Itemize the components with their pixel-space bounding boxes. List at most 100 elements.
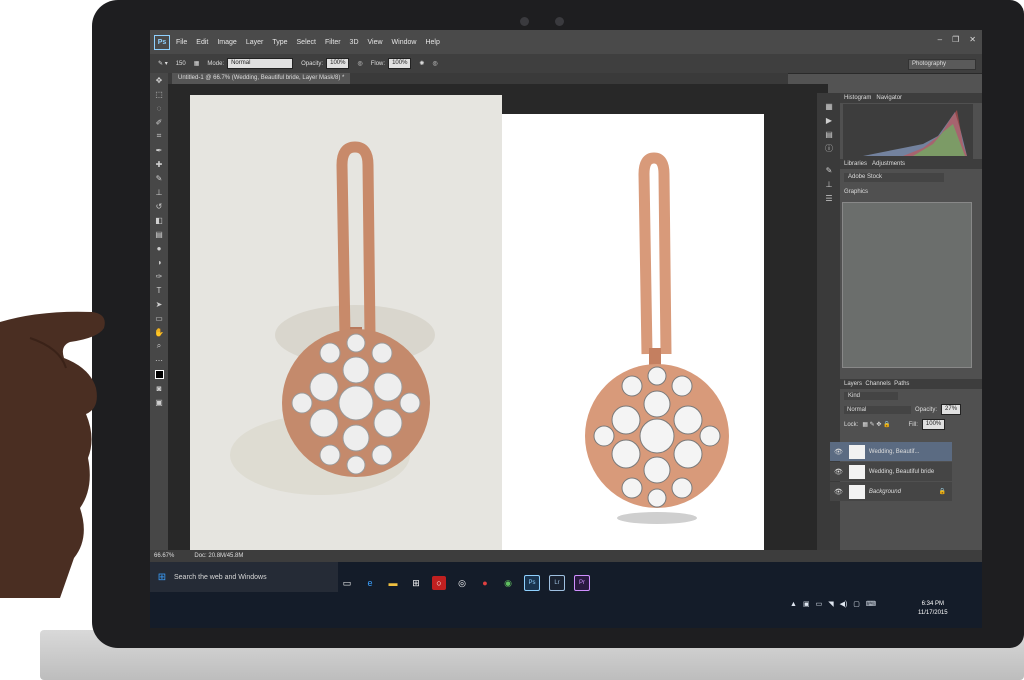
path-select-icon[interactable]: ➤ (150, 297, 168, 311)
windows-start-icon[interactable]: ⊞ (150, 572, 174, 583)
taskbar-clock[interactable]: 6:34 PM 11/17/2015 (918, 600, 948, 618)
opacity-field[interactable]: 100% (326, 58, 350, 69)
layer-row[interactable]: 👁 Wedding, Beautif... (830, 442, 952, 461)
lasso-tool-icon[interactable]: ◌ (150, 101, 168, 115)
document-tab[interactable]: Untitled-1 @ 66.7% (Wedding, Beautiful b… (172, 73, 351, 84)
tab-navigator[interactable]: Navigator (876, 95, 902, 101)
history-panel-icon[interactable]: ▦ (817, 99, 841, 113)
zoom-level[interactable]: 66.67% (154, 553, 174, 559)
fill-field[interactable]: 100% (921, 419, 946, 430)
menu-image[interactable]: Image (217, 39, 236, 46)
pressure-opacity-icon[interactable]: ◎ (357, 60, 362, 67)
menu-3d[interactable]: 3D (350, 39, 359, 46)
blur-tool-icon[interactable]: ● (150, 241, 168, 255)
taskbar-search[interactable]: ⊞ Search the web and Windows (150, 562, 338, 592)
hand-tool-icon[interactable]: ✋ (150, 325, 168, 339)
menu-help[interactable]: Help (425, 39, 439, 46)
premiere-task-icon[interactable]: Pr (574, 575, 590, 591)
menu-window[interactable]: Window (392, 39, 417, 46)
layer-opacity-field[interactable]: 27% (941, 404, 962, 415)
crop-tool-icon[interactable]: ⌗ (150, 129, 168, 143)
menu-file[interactable]: File (176, 39, 187, 46)
store-icon[interactable]: ⊞ (409, 576, 423, 590)
quick-mask-icon[interactable]: ◙ (150, 381, 168, 395)
screen-mode-icon[interactable]: ▣ (150, 395, 168, 409)
keyboard-icon[interactable]: ⌨ (866, 600, 876, 608)
menu-layer[interactable]: Layer (246, 39, 264, 46)
app-icon[interactable]: ● (478, 576, 492, 590)
tab-layers[interactable]: Layers (844, 381, 862, 387)
visibility-eye-icon[interactable]: 👁 (834, 468, 843, 476)
library-source-select[interactable]: Adobe Stock (844, 173, 944, 182)
more-tools-icon[interactable]: ⋯ (150, 353, 168, 367)
close-icon[interactable]: ✕ (969, 35, 976, 44)
restore-icon[interactable]: ❐ (952, 35, 959, 44)
edge-icon[interactable]: e (363, 576, 377, 590)
eraser-tool-icon[interactable]: ◧ (150, 213, 168, 227)
creative-cloud-icon[interactable]: ○ (432, 576, 446, 590)
gradient-tool-icon[interactable]: ▤ (150, 227, 168, 241)
type-tool-icon[interactable]: T (150, 283, 168, 297)
brush-tool-icon[interactable]: ✎ (150, 171, 168, 185)
tab-histogram[interactable]: Histogram (844, 95, 871, 101)
brush-tool-icon[interactable]: ✎ ▾ (158, 60, 168, 67)
notifications-icon[interactable]: ▢ (853, 600, 860, 608)
menu-view[interactable]: View (368, 39, 383, 46)
shape-tool-icon[interactable]: ▭ (150, 311, 168, 325)
dodge-tool-icon[interactable]: ◑ (150, 255, 168, 269)
move-tool-icon[interactable]: ✥ (150, 73, 168, 87)
clone-source-icon[interactable]: ⊥ (817, 177, 841, 191)
brush-size-value: 150 (175, 60, 186, 67)
info-panel-icon[interactable]: ⓘ (817, 141, 841, 155)
chevron-up-icon[interactable]: ▲ (790, 601, 797, 608)
photoshop-task-icon[interactable]: Ps (524, 575, 540, 591)
tab-adjustments[interactable]: Adjustments (872, 161, 905, 167)
properties-panel-icon[interactable]: ▤ (817, 127, 841, 141)
network-icon[interactable]: ▣ (803, 600, 810, 608)
menu-type[interactable]: Type (272, 39, 287, 46)
chrome-icon[interactable]: ◉ (501, 576, 515, 590)
canvas-before-photo[interactable] (190, 95, 502, 558)
zoom-tool-icon[interactable]: ⌕ (150, 339, 168, 353)
canvas-after-photo[interactable] (502, 114, 764, 566)
brush-presets-icon[interactable]: ✎ (817, 163, 841, 177)
tab-libraries[interactable]: Libraries (844, 161, 867, 167)
blend-mode-select[interactable]: Normal (844, 405, 911, 414)
brush-panel-icon[interactable]: ▦ (194, 60, 200, 67)
pressure-size-icon[interactable]: ◎ (432, 60, 437, 67)
lock-icons[interactable]: ▦ ✎ ✥ 🔒 (862, 421, 890, 428)
mode-select[interactable]: Normal (227, 58, 294, 69)
stamp-tool-icon[interactable]: ⊥ (150, 185, 168, 199)
history-brush-icon[interactable]: ↺ (150, 199, 168, 213)
lightroom-task-icon[interactable]: Lr (549, 575, 565, 591)
media-icon[interactable]: ◎ (455, 576, 469, 590)
flow-field[interactable]: 100% (388, 58, 412, 69)
menu-filter[interactable]: Filter (325, 39, 341, 46)
menu-select[interactable]: Select (297, 39, 316, 46)
pen-tool-icon[interactable]: ✑ (150, 269, 168, 283)
task-view-icon[interactable]: ▭ (340, 576, 354, 590)
brush-size-picker[interactable]: 150 (176, 61, 186, 67)
tab-channels[interactable]: Channels (865, 381, 890, 387)
volume-icon[interactable]: ◀) (840, 600, 848, 608)
visibility-eye-icon[interactable]: 👁 (834, 488, 843, 496)
airbrush-icon[interactable]: ✺ (419, 60, 424, 67)
tab-paths[interactable]: Paths (894, 381, 909, 387)
layer-row[interactable]: 👁 Background 🔒 (830, 482, 952, 501)
battery-icon[interactable]: ▭ (816, 600, 823, 608)
visibility-eye-icon[interactable]: 👁 (834, 448, 843, 456)
minimize-icon[interactable]: – (938, 35, 942, 44)
wifi-icon[interactable]: ◥ (828, 600, 833, 608)
layer-filter-select[interactable]: Kind (844, 392, 898, 400)
workspace-select[interactable]: Photography (908, 59, 976, 70)
eyedropper-tool-icon[interactable]: ✒ (150, 143, 168, 157)
healing-tool-icon[interactable]: ✚ (150, 157, 168, 171)
actions-panel-icon[interactable]: ▶ (817, 113, 841, 127)
tool-presets-icon[interactable]: ☰ (817, 191, 841, 205)
color-swatches-icon[interactable] (150, 367, 168, 381)
file-explorer-icon[interactable]: ▬ (386, 576, 400, 590)
layer-row[interactable]: 👁 Wedding, Beautiful bride (830, 462, 952, 481)
menu-edit[interactable]: Edit (196, 39, 208, 46)
marquee-tool-icon[interactable]: ⬚ (150, 87, 168, 101)
quick-select-tool-icon[interactable]: ✐ (150, 115, 168, 129)
